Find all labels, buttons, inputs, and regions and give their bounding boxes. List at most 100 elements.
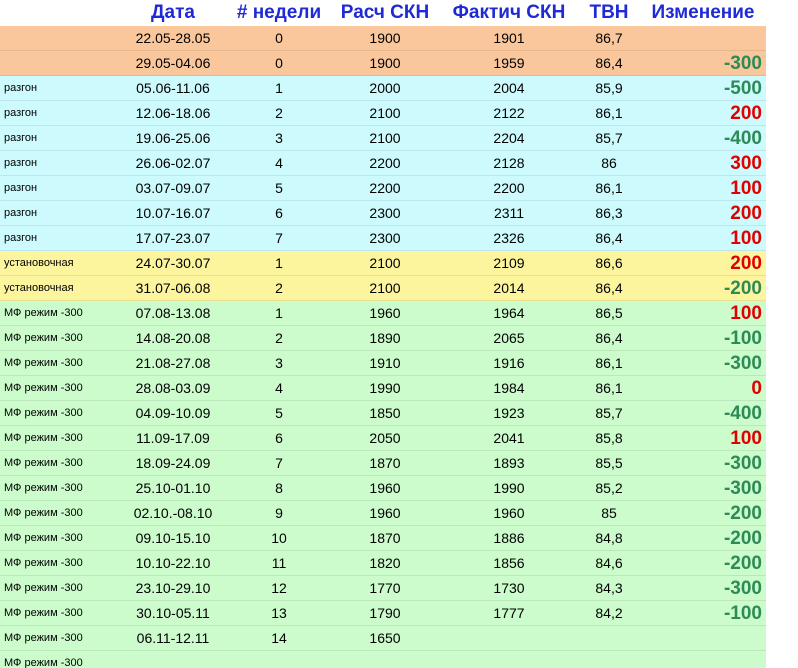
row-label[interactable]: разгон bbox=[4, 101, 114, 126]
fact-skn-cell[interactable]: 1990 bbox=[440, 476, 578, 501]
tvn-cell[interactable]: 86,1 bbox=[578, 101, 640, 126]
change-cell[interactable]: -100 bbox=[640, 326, 766, 351]
row-label[interactable]: МФ режим -300 bbox=[4, 351, 114, 376]
week-cell[interactable]: 10 bbox=[228, 526, 330, 551]
date-cell[interactable]: 09.10-15.10 bbox=[118, 526, 228, 551]
week-cell[interactable]: 0 bbox=[228, 51, 330, 76]
tvn-cell[interactable]: 86 bbox=[578, 151, 640, 176]
tvn-cell[interactable]: 86,4 bbox=[578, 226, 640, 251]
row-label[interactable]: МФ режим -300 bbox=[4, 326, 114, 351]
date-cell[interactable]: 30.10-05.11 bbox=[118, 601, 228, 626]
row-label[interactable]: МФ режим -300 bbox=[4, 301, 114, 326]
change-cell[interactable]: 200 bbox=[640, 251, 766, 276]
fact-skn-cell[interactable]: 2004 bbox=[440, 76, 578, 101]
week-cell[interactable]: 7 bbox=[228, 226, 330, 251]
calc-skn-cell[interactable]: 1990 bbox=[330, 376, 440, 401]
date-cell[interactable]: 26.06-02.07 bbox=[118, 151, 228, 176]
fact-skn-cell[interactable]: 1923 bbox=[440, 401, 578, 426]
calc-skn-cell[interactable]: 1960 bbox=[330, 476, 440, 501]
week-cell[interactable]: 1 bbox=[228, 76, 330, 101]
header-change[interactable]: Изменение bbox=[640, 0, 766, 26]
week-cell[interactable]: 1 bbox=[228, 251, 330, 276]
row-label[interactable]: МФ режим -300 bbox=[4, 501, 114, 526]
change-cell[interactable]: -500 bbox=[640, 76, 766, 101]
fact-skn-cell[interactable]: 2204 bbox=[440, 126, 578, 151]
week-cell[interactable]: 12 bbox=[228, 576, 330, 601]
change-cell[interactable]: -400 bbox=[640, 401, 766, 426]
date-cell[interactable]: 03.07-09.07 bbox=[118, 176, 228, 201]
row-label[interactable]: разгон bbox=[4, 201, 114, 226]
fact-skn-cell[interactable]: 1960 bbox=[440, 501, 578, 526]
tvn-cell[interactable]: 84,2 bbox=[578, 601, 640, 626]
change-cell[interactable]: -400 bbox=[640, 126, 766, 151]
header-fact-skn[interactable]: Фактич СКН bbox=[440, 0, 578, 26]
date-cell[interactable]: 21.08-27.08 bbox=[118, 351, 228, 376]
row-label[interactable]: установочная bbox=[4, 276, 114, 301]
header-date[interactable]: Дата bbox=[118, 0, 228, 26]
calc-skn-cell[interactable]: 1870 bbox=[330, 451, 440, 476]
week-cell[interactable]: 3 bbox=[228, 351, 330, 376]
tvn-cell[interactable]: 85,2 bbox=[578, 476, 640, 501]
tvn-cell[interactable]: 84,8 bbox=[578, 526, 640, 551]
fact-skn-cell[interactable]: 1964 bbox=[440, 301, 578, 326]
week-cell[interactable]: 7 bbox=[228, 451, 330, 476]
calc-skn-cell[interactable] bbox=[330, 651, 440, 668]
change-cell[interactable] bbox=[640, 626, 766, 651]
header-calc-skn[interactable]: Расч СКН bbox=[330, 0, 440, 26]
calc-skn-cell[interactable]: 2100 bbox=[330, 276, 440, 301]
change-cell[interactable]: 100 bbox=[640, 176, 766, 201]
row-label[interactable]: разгон bbox=[4, 151, 114, 176]
change-cell[interactable]: 200 bbox=[640, 101, 766, 126]
row-label[interactable]: разгон bbox=[4, 76, 114, 101]
row-label[interactable]: МФ режим -300 bbox=[4, 376, 114, 401]
date-cell[interactable]: 10.10-22.10 bbox=[118, 551, 228, 576]
calc-skn-cell[interactable]: 2000 bbox=[330, 76, 440, 101]
fact-skn-cell[interactable] bbox=[440, 626, 578, 651]
date-cell[interactable]: 11.09-17.09 bbox=[118, 426, 228, 451]
tvn-cell[interactable]: 86,6 bbox=[578, 251, 640, 276]
tvn-cell[interactable]: 86,4 bbox=[578, 51, 640, 76]
change-cell[interactable]: -300 bbox=[640, 51, 766, 76]
change-cell[interactable]: -300 bbox=[640, 476, 766, 501]
date-cell[interactable]: 05.06-11.06 bbox=[118, 76, 228, 101]
week-cell[interactable]: 5 bbox=[228, 401, 330, 426]
row-label[interactable]: МФ режим -300 bbox=[4, 576, 114, 601]
fact-skn-cell[interactable]: 2200 bbox=[440, 176, 578, 201]
week-cell[interactable]: 4 bbox=[228, 376, 330, 401]
row-label[interactable]: установочная bbox=[4, 251, 114, 276]
week-cell[interactable]: 4 bbox=[228, 151, 330, 176]
fact-skn-cell[interactable]: 2122 bbox=[440, 101, 578, 126]
week-cell[interactable]: 9 bbox=[228, 501, 330, 526]
change-cell[interactable] bbox=[640, 26, 766, 51]
week-cell[interactable]: 0 bbox=[228, 26, 330, 51]
week-cell[interactable]: 13 bbox=[228, 601, 330, 626]
date-cell[interactable]: 25.10-01.10 bbox=[118, 476, 228, 501]
row-label[interactable]: разгон bbox=[4, 176, 114, 201]
change-cell[interactable]: 100 bbox=[640, 426, 766, 451]
calc-skn-cell[interactable]: 2050 bbox=[330, 426, 440, 451]
week-cell[interactable]: 5 bbox=[228, 176, 330, 201]
row-label[interactable]: МФ режим -300 bbox=[4, 426, 114, 451]
calc-skn-cell[interactable]: 1790 bbox=[330, 601, 440, 626]
fact-skn-cell[interactable]: 2065 bbox=[440, 326, 578, 351]
calc-skn-cell[interactable]: 2200 bbox=[330, 176, 440, 201]
tvn-cell[interactable]: 86,7 bbox=[578, 26, 640, 51]
tvn-cell[interactable]: 86,1 bbox=[578, 376, 640, 401]
week-cell[interactable]: 2 bbox=[228, 276, 330, 301]
fact-skn-cell[interactable]: 1893 bbox=[440, 451, 578, 476]
calc-skn-cell[interactable]: 1960 bbox=[330, 501, 440, 526]
date-cell[interactable]: 10.07-16.07 bbox=[118, 201, 228, 226]
date-cell[interactable]: 31.07-06.08 bbox=[118, 276, 228, 301]
date-cell[interactable]: 17.07-23.07 bbox=[118, 226, 228, 251]
week-cell[interactable]: 14 bbox=[228, 626, 330, 651]
fact-skn-cell[interactable]: 1730 bbox=[440, 576, 578, 601]
date-cell[interactable]: 18.09-24.09 bbox=[118, 451, 228, 476]
tvn-cell[interactable]: 86,3 bbox=[578, 201, 640, 226]
calc-skn-cell[interactable]: 2300 bbox=[330, 201, 440, 226]
change-cell[interactable]: -200 bbox=[640, 501, 766, 526]
tvn-cell[interactable]: 84,6 bbox=[578, 551, 640, 576]
week-cell[interactable]: 1 bbox=[228, 301, 330, 326]
header-tvn[interactable]: ТВН bbox=[578, 0, 640, 26]
calc-skn-cell[interactable]: 1900 bbox=[330, 51, 440, 76]
change-cell[interactable]: -200 bbox=[640, 551, 766, 576]
